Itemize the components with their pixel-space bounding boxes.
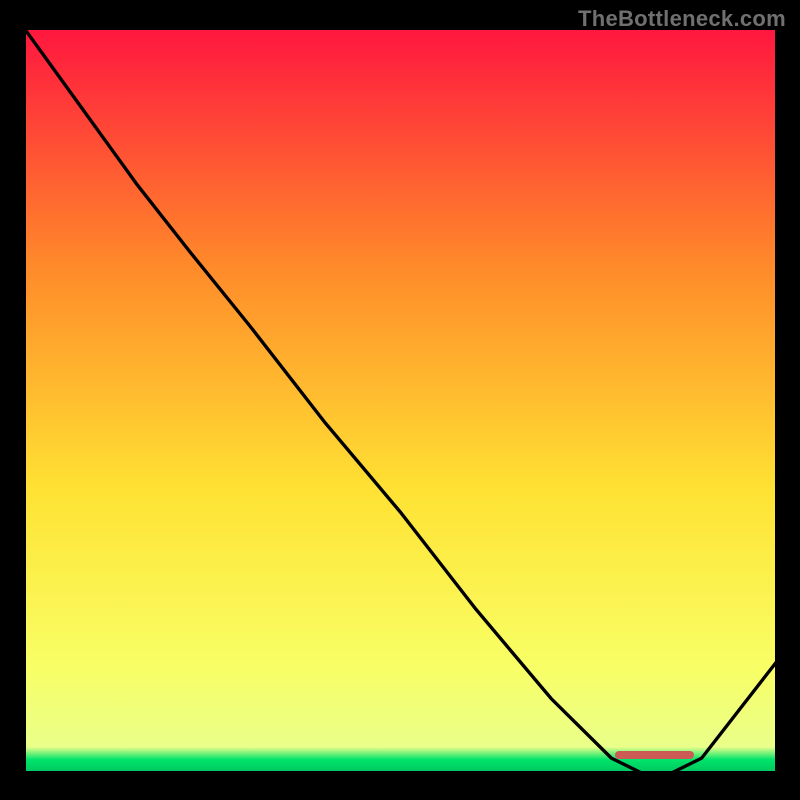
bottleneck-curve-svg <box>24 28 777 773</box>
chart-root: TheBottleneck.com <box>0 0 800 800</box>
watermark-text: TheBottleneck.com <box>578 6 786 32</box>
optimal-range-marker <box>615 751 694 759</box>
bottleneck-curve <box>24 28 777 773</box>
plot-frame <box>24 28 777 773</box>
